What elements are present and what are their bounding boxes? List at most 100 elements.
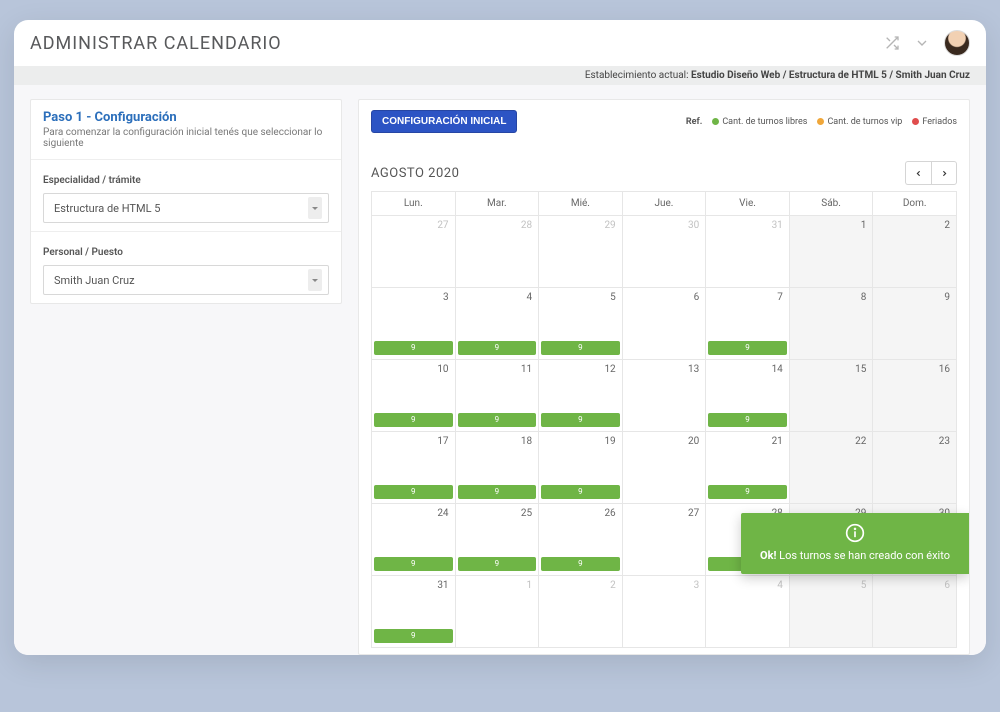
day-number: 30 <box>688 220 699 231</box>
calendar-day[interactable]: 23 <box>873 432 957 504</box>
day-number: 6 <box>694 292 700 303</box>
calendar-day[interactable]: 25 9 <box>455 504 539 576</box>
calendar-toolbar: CONFIGURACIÓN INICIAL Ref. Cant. de turn… <box>371 110 957 133</box>
calendar-day[interactable]: 14 9 <box>706 360 790 432</box>
calendar-day[interactable]: 20 <box>622 432 706 504</box>
day-number: 12 <box>604 364 615 375</box>
slot-count-pill[interactable]: 9 <box>458 341 537 355</box>
calendar-day[interactable]: 12 9 <box>539 360 623 432</box>
legend-ref: Ref. <box>686 117 702 127</box>
calendar-day[interactable]: 13 <box>622 360 706 432</box>
dow-header: Lun. <box>372 192 456 216</box>
calendar-day[interactable]: 1 <box>455 576 539 648</box>
dot-vip-icon <box>817 118 824 125</box>
calendar-day[interactable]: 6 <box>622 288 706 360</box>
calendar-day[interactable]: 31 <box>706 216 790 288</box>
day-number: 14 <box>772 364 783 375</box>
calendar-day[interactable]: 79 <box>706 288 790 360</box>
calendar-day[interactable]: 19 9 <box>539 432 623 504</box>
slot-count-pill[interactable]: 9 <box>541 557 620 571</box>
day-number: 28 <box>521 220 532 231</box>
calendar-day[interactable]: 1 <box>789 216 873 288</box>
month-label: AGOSTO 2020 <box>371 166 459 181</box>
slot-count-pill[interactable]: 9 <box>374 485 453 499</box>
calendar-day[interactable]: 109 <box>372 360 456 432</box>
step-title: Paso 1 - Configuración <box>43 110 329 125</box>
dot-holiday-icon <box>912 118 919 125</box>
calendar-day[interactable]: 15 <box>789 360 873 432</box>
day-number: 16 <box>939 364 950 375</box>
calendar-day[interactable]: 17 9 <box>372 432 456 504</box>
step-desc: Para comenzar la configuración inicial t… <box>43 127 329 149</box>
slot-count-pill[interactable]: 9 <box>374 629 453 643</box>
slot-count-pill[interactable]: 9 <box>458 557 537 571</box>
calendar-day[interactable]: 3 <box>622 576 706 648</box>
slot-count-pill[interactable]: 9 <box>458 485 537 499</box>
day-number: 8 <box>861 292 867 303</box>
calendar-grid: Lun.Mar.Mié.Jue.Vie.Sáb.Dom. 27282930311… <box>371 191 957 648</box>
day-number: 11 <box>521 364 532 375</box>
calendar-day[interactable]: 27 <box>622 504 706 576</box>
calendar-day[interactable]: 18 9 <box>455 432 539 504</box>
staff-label: Personal / Puesto <box>43 247 123 258</box>
calendar-day[interactable]: 219 <box>706 432 790 504</box>
calendar-day[interactable]: 249 <box>372 504 456 576</box>
staff-select[interactable]: Smith Juan Cruz <box>43 265 329 295</box>
calendar-day[interactable]: 9 <box>873 288 957 360</box>
day-number: 19 <box>604 436 615 447</box>
calendar-day[interactable]: 59 <box>539 288 623 360</box>
slot-count-pill[interactable]: 9 <box>541 341 620 355</box>
calendar-week: 27 28 29 30 31 12 <box>372 216 957 288</box>
calendar-day[interactable]: 4 <box>706 576 790 648</box>
slot-count-pill[interactable]: 9 <box>458 413 537 427</box>
slot-count-pill[interactable]: 9 <box>708 413 787 427</box>
calendar-day[interactable]: 2 <box>873 216 957 288</box>
calendar-day[interactable]: 5 <box>789 576 873 648</box>
day-number: 9 <box>944 292 950 303</box>
day-number: 25 <box>521 508 532 519</box>
next-month-button[interactable] <box>931 161 957 185</box>
user-avatar[interactable] <box>944 30 970 56</box>
day-number: 5 <box>861 580 867 591</box>
slot-count-pill[interactable]: 9 <box>708 485 787 499</box>
prev-month-button[interactable] <box>905 161 931 185</box>
month-nav <box>905 161 957 185</box>
calendar-day[interactable]: 22 <box>789 432 873 504</box>
slot-count-pill[interactable]: 9 <box>541 413 620 427</box>
config-panel-header: Paso 1 - Configuración Para comenzar la … <box>31 100 341 159</box>
calendar-day[interactable]: 2 <box>539 576 623 648</box>
slot-count-pill[interactable]: 9 <box>708 341 787 355</box>
specialty-label: Especialidad / trámite <box>43 175 141 186</box>
day-number: 17 <box>437 436 448 447</box>
day-number: 1 <box>861 220 867 231</box>
day-number: 13 <box>688 364 699 375</box>
legend-vip: Cant. de turnos vip <box>817 117 902 127</box>
calendar-day[interactable]: 269 <box>539 504 623 576</box>
shuffle-icon[interactable] <box>884 35 900 51</box>
calendar-day[interactable]: 27 <box>372 216 456 288</box>
calendar-day[interactable]: 28 <box>455 216 539 288</box>
calendar-day[interactable]: 319 <box>372 576 456 648</box>
calendar-day[interactable]: 16 <box>873 360 957 432</box>
info-icon <box>845 523 865 543</box>
calendar-day[interactable]: 39 <box>372 288 456 360</box>
calendar-day[interactable]: 11 9 <box>455 360 539 432</box>
chevron-down-icon[interactable] <box>914 35 930 51</box>
day-number: 18 <box>521 436 532 447</box>
staff-field: Personal / Puesto Smith Juan Cruz <box>31 231 341 303</box>
dow-row: Lun.Mar.Mié.Jue.Vie.Sáb.Dom. <box>372 192 957 216</box>
calendar-week: 394959 6 79 8 9 <box>372 288 957 360</box>
initial-config-button[interactable]: CONFIGURACIÓN INICIAL <box>371 110 517 133</box>
slot-count-pill[interactable]: 9 <box>374 557 453 571</box>
calendar-day[interactable]: 49 <box>455 288 539 360</box>
dropdown-handle-icon <box>308 269 322 291</box>
slot-count-pill[interactable]: 9 <box>374 341 453 355</box>
calendar-day[interactable]: 8 <box>789 288 873 360</box>
calendar-day[interactable]: 29 <box>539 216 623 288</box>
calendar-day[interactable]: 6 <box>873 576 957 648</box>
slot-count-pill[interactable]: 9 <box>374 413 453 427</box>
specialty-select[interactable]: Estructura de HTML 5 <box>43 193 329 223</box>
slot-count-pill[interactable]: 9 <box>541 485 620 499</box>
day-number: 20 <box>688 436 699 447</box>
calendar-day[interactable]: 30 <box>622 216 706 288</box>
